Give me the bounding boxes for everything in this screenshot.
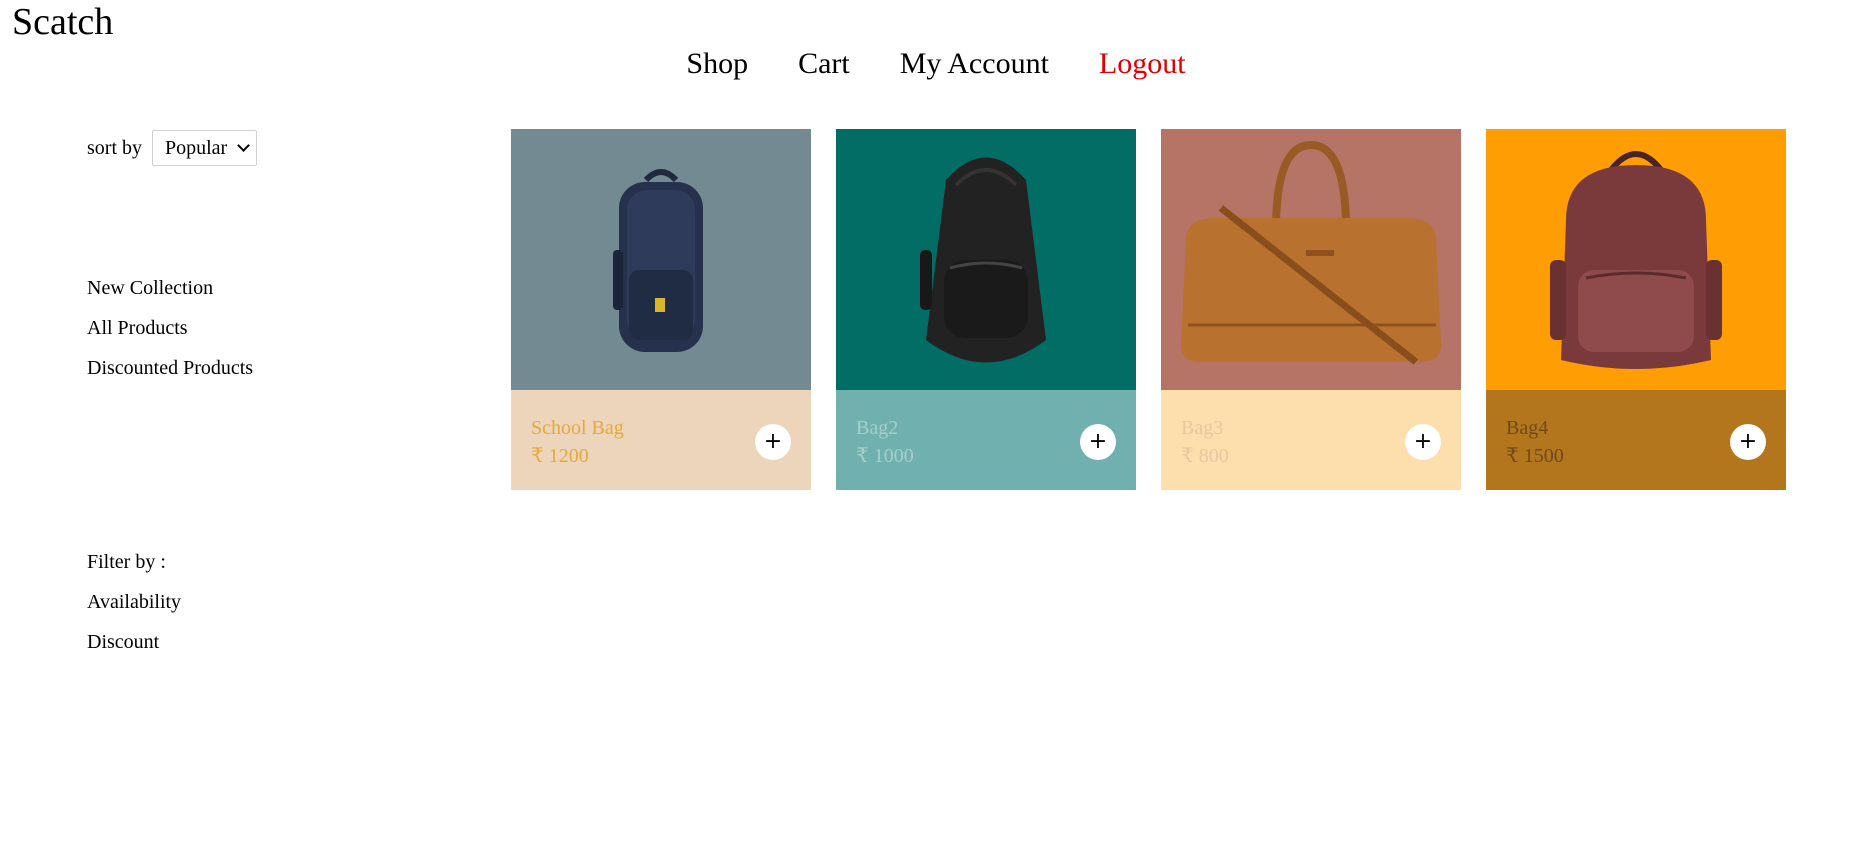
backpack-black-image [920,157,1046,362]
link-new-collection[interactable]: New Collection [87,268,253,308]
add-to-cart-button[interactable]: + [1405,424,1441,460]
sort-select[interactable]: Popular [152,130,258,166]
filter-label: Filter by : [87,551,166,573]
product-name[interactable]: School Bag [531,414,791,442]
filter-availability[interactable]: Availability [87,582,181,622]
sidebar: sort by Popular [87,130,347,166]
product-image[interactable] [836,129,1136,390]
product-name[interactable]: Bag2 [856,414,1116,442]
product-grid: School Bag ₹ 1200 + Bag2 ₹ 1000 + Bag3 ₹… [511,129,1786,490]
product-info: Bag3 ₹ 800 + [1161,390,1461,490]
nav-logout[interactable]: Logout [1099,46,1186,82]
filters-list: Filter by : Availability Discount [87,542,181,662]
sort-selected-value: Popular [165,136,228,159]
product-card[interactable]: School Bag ₹ 1200 + [511,129,811,490]
backpack-navy-image [613,168,703,352]
nav-cart[interactable]: Cart [798,46,850,82]
product-card[interactable]: Bag4 ₹ 1500 + [1486,129,1786,490]
link-discounted-products[interactable]: Discounted Products [87,348,253,388]
sort-row: sort by Popular [87,130,347,166]
product-image[interactable] [1486,129,1786,390]
add-to-cart-button[interactable]: + [1730,424,1766,460]
link-all-products[interactable]: All Products [87,308,253,348]
add-to-cart-button[interactable]: + [755,424,791,460]
product-card[interactable]: Bag2 ₹ 1000 + [836,129,1136,490]
product-info: Bag2 ₹ 1000 + [836,390,1136,490]
filter-discount[interactable]: Discount [87,622,181,662]
product-info: School Bag ₹ 1200 + [511,390,811,490]
collections-list: New Collection All Products Discounted P… [87,268,253,388]
nav-shop[interactable]: Shop [686,46,748,82]
product-card[interactable]: Bag3 ₹ 800 + [1161,129,1461,490]
product-image[interactable] [1161,129,1461,390]
chevron-down-icon [237,139,251,152]
brand-logo[interactable]: Scatch [12,0,113,44]
main-nav: Shop Cart My Account Logout [0,46,1872,82]
product-price: ₹ 1200 [531,445,589,467]
nav-my-account[interactable]: My Account [900,46,1049,82]
product-name[interactable]: Bag3 [1181,414,1441,442]
product-price: ₹ 800 [1181,445,1229,467]
product-price: ₹ 1000 [856,445,914,467]
add-to-cart-button[interactable]: + [1080,424,1116,460]
product-info: Bag4 ₹ 1500 + [1486,390,1786,490]
duffel-bag-brown-image [1181,140,1441,365]
backpack-maroon-image [1550,150,1722,369]
product-name[interactable]: Bag4 [1506,414,1766,442]
sort-label: sort by [87,136,142,159]
product-image[interactable] [511,129,811,390]
product-price: ₹ 1500 [1506,445,1564,467]
